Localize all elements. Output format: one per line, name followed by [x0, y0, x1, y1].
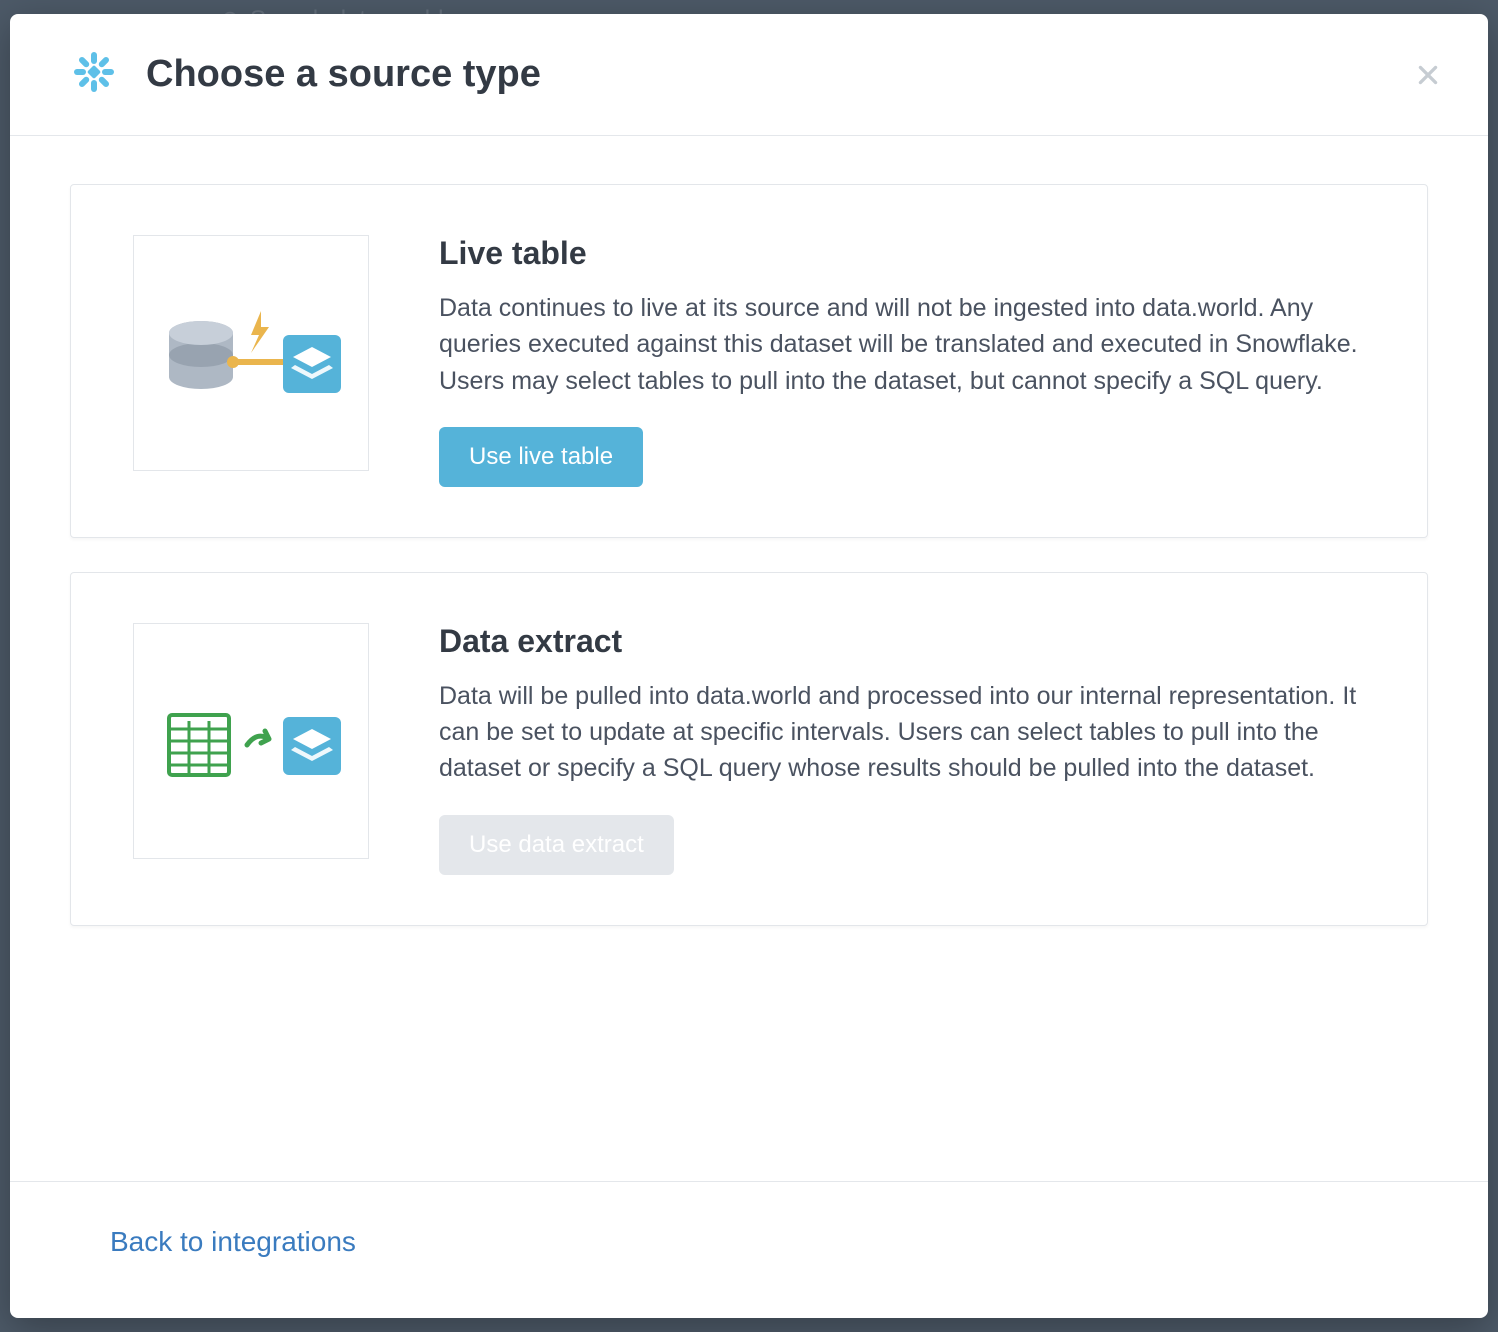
live-table-description: Data continues to live at its source and… — [439, 290, 1383, 399]
live-table-illustration — [133, 235, 369, 471]
source-type-modal: Choose a source type — [10, 14, 1488, 1318]
use-data-extract-button: Use data extract — [439, 815, 674, 875]
snowflake-icon — [70, 48, 118, 101]
option-data-extract: Data extract Data will be pulled into da… — [70, 572, 1428, 926]
modal-body: Live table Data continues to live at its… — [10, 136, 1488, 1181]
modal-header: Choose a source type — [10, 14, 1488, 136]
live-table-title: Live table — [439, 235, 1383, 272]
back-to-integrations-link[interactable]: Back to integrations — [110, 1226, 356, 1257]
data-extract-description: Data will be pulled into data.world and … — [439, 678, 1383, 787]
modal-title: Choose a source type — [146, 53, 541, 96]
use-live-table-button[interactable]: Use live table — [439, 427, 643, 487]
modal-footer: Back to integrations — [10, 1181, 1488, 1318]
close-icon — [1415, 62, 1441, 88]
option-live-table: Live table Data continues to live at its… — [70, 184, 1428, 538]
data-extract-title: Data extract — [439, 623, 1383, 660]
data-extract-illustration — [133, 623, 369, 859]
close-button[interactable] — [1408, 55, 1448, 95]
